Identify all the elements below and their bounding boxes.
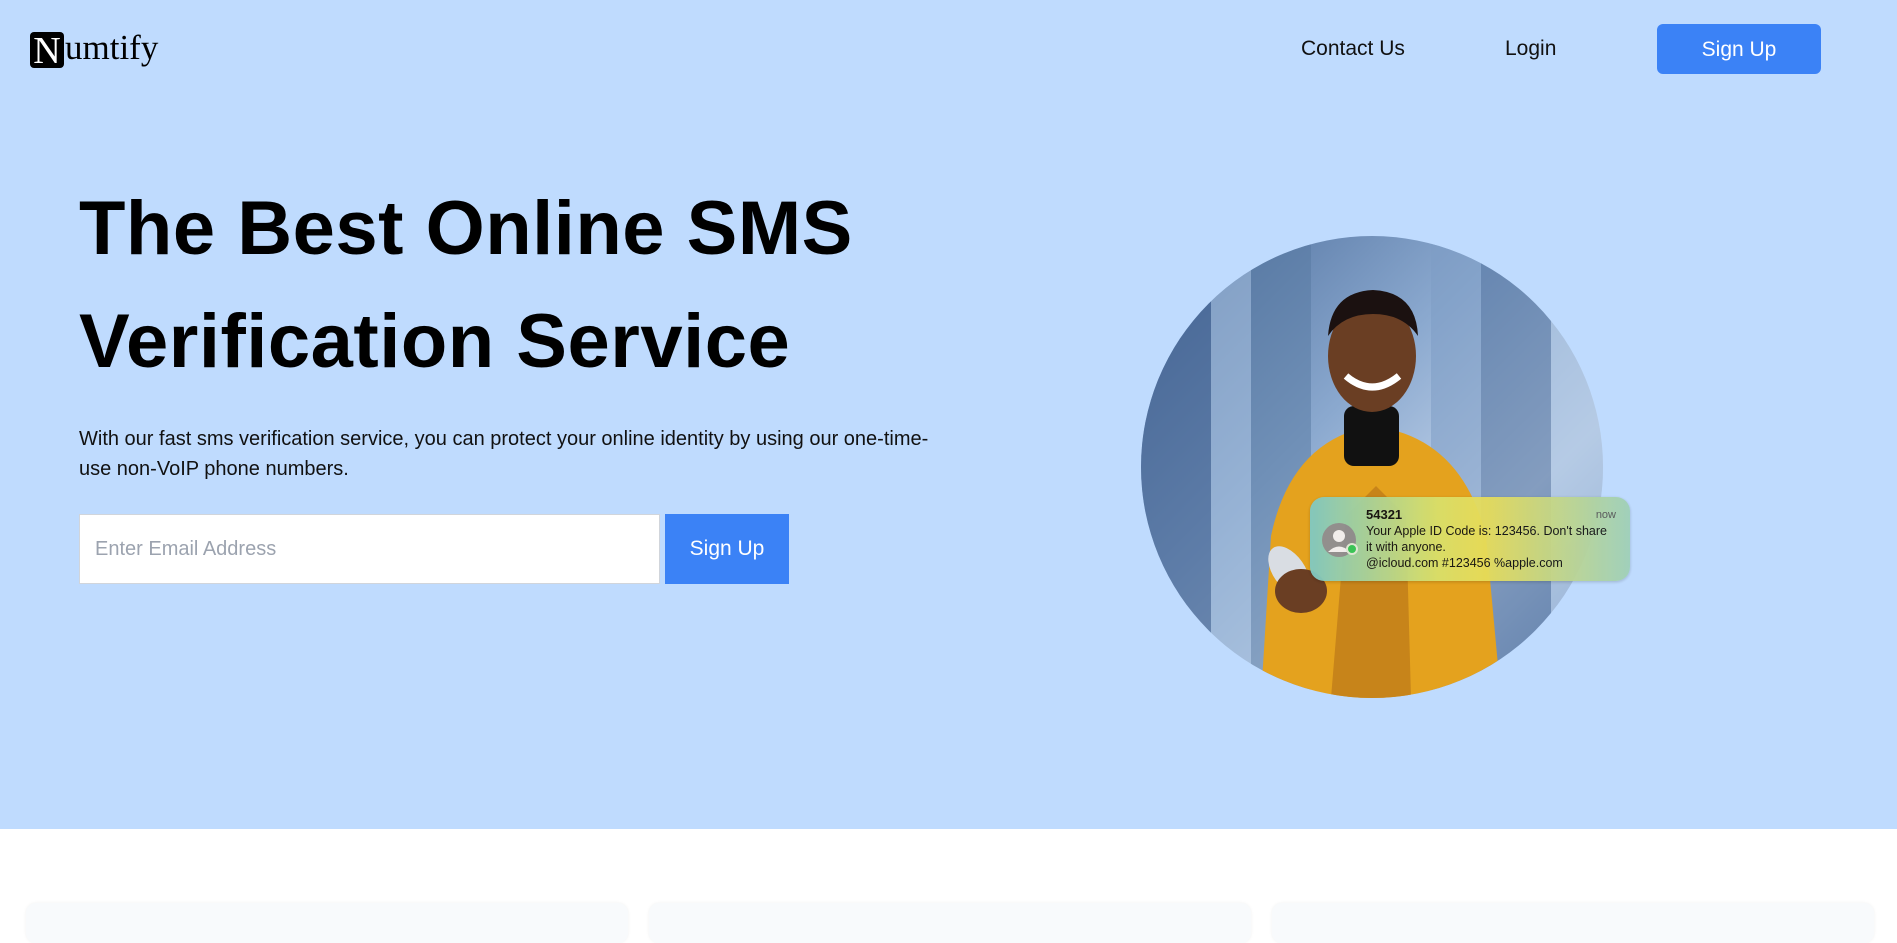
headline-line-2: Verification Service — [79, 299, 791, 384]
notification-sender: 54321 — [1366, 507, 1403, 522]
hero-subtext: With our fast sms verification service, … — [79, 428, 929, 480]
person-illustration — [1141, 236, 1603, 698]
headline-line-1: The Best Online SMS — [79, 186, 853, 271]
nav-signup-button[interactable]: Sign Up — [1657, 24, 1821, 74]
online-dot-icon — [1346, 543, 1358, 555]
email-input[interactable] — [79, 514, 660, 584]
hero-section: Numtify Contact Us Login Sign Up The Bes… — [0, 0, 1897, 829]
logo-mark: N — [30, 32, 64, 70]
notification-body: Your Apple ID Code is: 123456. Don't sha… — [1366, 523, 1616, 571]
logo[interactable]: Numtify — [30, 28, 159, 70]
hero-signup-button[interactable]: Sign Up — [665, 514, 789, 584]
hero-headline: The Best Online SMS Verification Service — [79, 172, 979, 398]
nav-contact-link[interactable]: Contact Us — [1301, 36, 1405, 62]
feature-card — [1272, 903, 1874, 943]
notification-line-2: @icloud.com #123456 %apple.com — [1366, 556, 1563, 570]
sms-notification: 54321 now Your Apple ID Code is: 123456.… — [1310, 497, 1630, 581]
logo-text: umtify — [65, 28, 159, 67]
notification-line-1: Your Apple ID Code is: 123456. Don't sha… — [1366, 524, 1607, 554]
hero-photo — [1141, 236, 1603, 698]
top-nav: Numtify Contact Us Login Sign Up — [0, 0, 1897, 98]
nav-login-link[interactable]: Login — [1505, 36, 1556, 62]
notification-time: now — [1595, 509, 1616, 521]
feature-card — [26, 903, 628, 943]
feature-card — [649, 903, 1251, 943]
